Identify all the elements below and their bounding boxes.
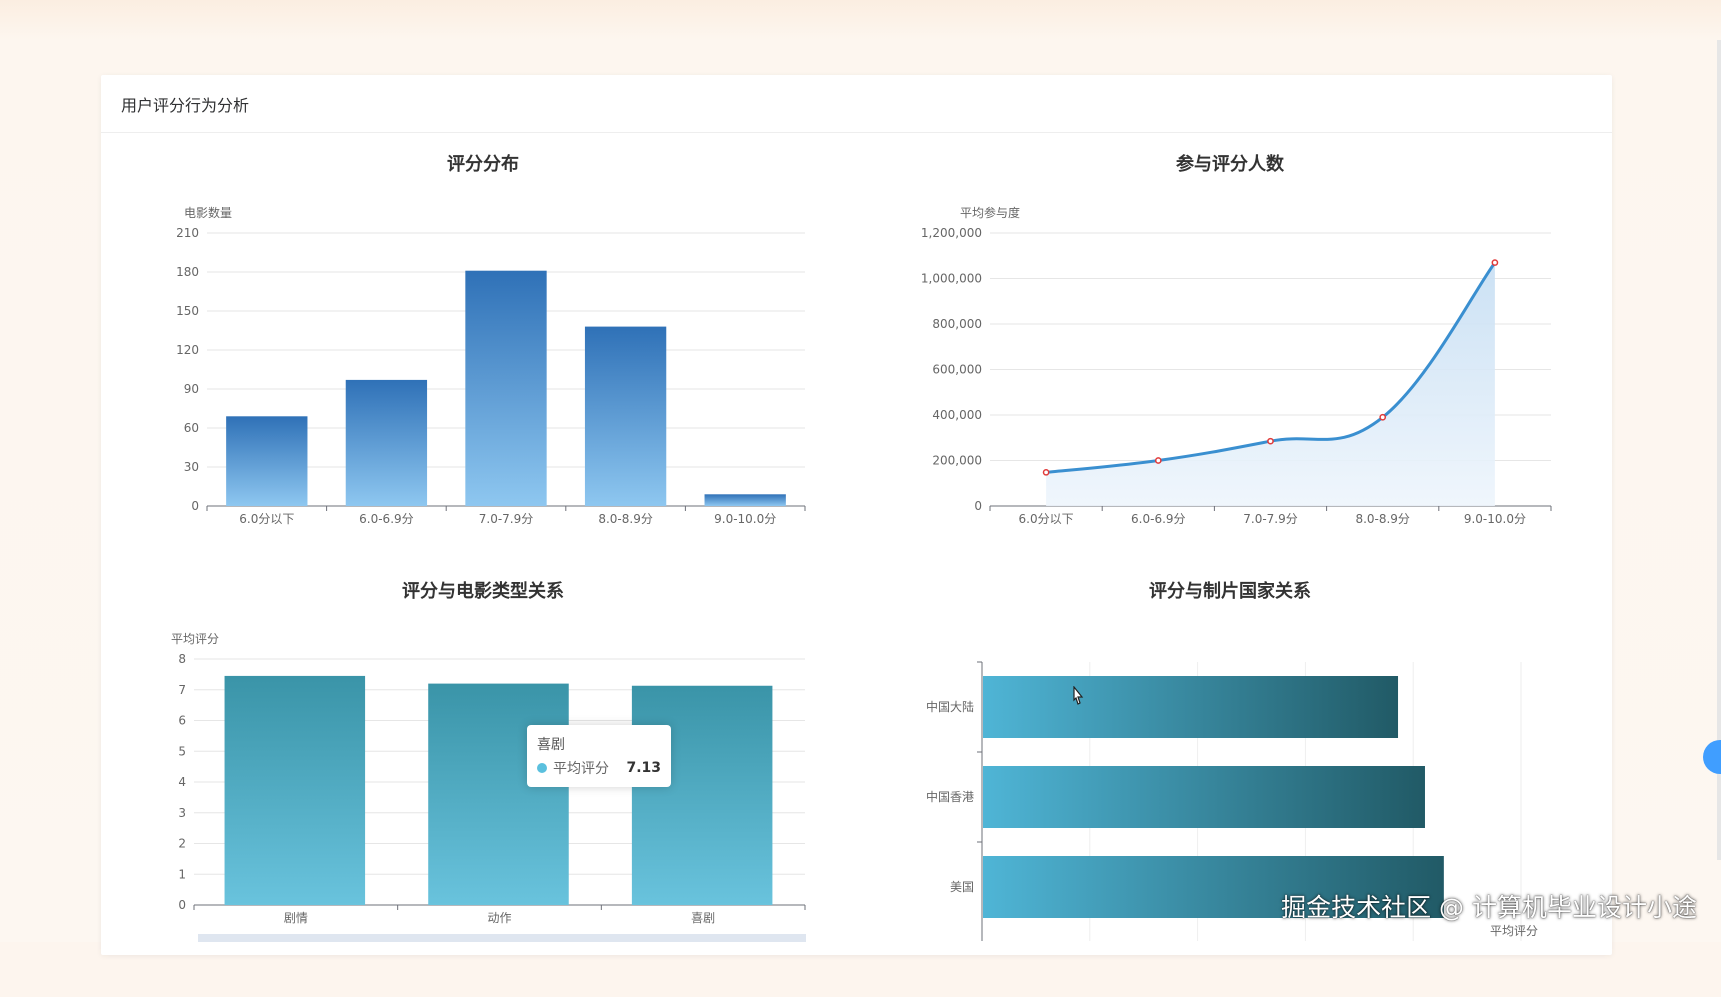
rating-distribution-plot: 0 30 60 90 120 150 180 210 电影数量 6.0分以下 6.0-6.9分 7.0… (176, 205, 806, 526)
y-tick-label: 1,200,000 (921, 226, 982, 240)
y-axis-label: 平均参与度 (960, 205, 1020, 220)
data-point (1154, 457, 1162, 464)
tooltip-value: 7.13 (626, 760, 661, 776)
x-tick-label: 剧情 (284, 911, 308, 925)
y-tick-label: 2 (178, 837, 186, 851)
y-tick-label: 90 (184, 382, 199, 396)
data-point (1379, 413, 1387, 421)
chart-title: 评分与电影类型关系 (402, 581, 564, 602)
chart-title: 参与评分人数 (1176, 154, 1284, 175)
country-relation-chart: 评分与制片国家关系 中国大陆中国香港美国平均评分 (860, 577, 1600, 997)
card-title: 用户评分行为分析 (101, 75, 1612, 133)
watermark: 掘金技术社区 @ 计算机毕业设计小途 (1281, 893, 1697, 922)
page-scrollbar[interactable] (1717, 40, 1721, 860)
x-tick-label: 7.0-7.9分 (479, 512, 534, 526)
tooltip-series: 平均评分 (553, 761, 609, 777)
x-tick-label: 6.0-6.9分 (359, 512, 414, 526)
y-tick-label: 8 (178, 652, 186, 666)
y-tick-label: 6 (178, 714, 186, 728)
y-tick-label: 0 (191, 499, 199, 513)
rating-distribution-chart: 评分分布 0 30 60 90 120 150 180 210 电影数量 6.0分以下 6.0-6.… (113, 150, 853, 570)
x-axis-label: 平均评分 (1490, 924, 1538, 938)
y-tick-label: 400,000 (932, 408, 982, 422)
y-tick-label: 1,000,000 (921, 272, 982, 286)
y-tick-label: 30 (184, 460, 199, 474)
y-axis-label: 平均评分 (171, 632, 219, 646)
genre-relation-chart: 评分与电影类型关系 0 1 2 3 4 5 6 7 8 平均评分剧情 动作 喜剧 (113, 577, 853, 997)
y-tick-label: 180 (176, 265, 199, 279)
x-tick-label: 8.0-8.9分 (1355, 512, 1410, 526)
data-point (1491, 259, 1499, 266)
bar (428, 683, 569, 905)
y-tick-label: 5 (178, 744, 186, 758)
data-point (1042, 468, 1050, 476)
chart-title: 评分与制片国家关系 (1149, 581, 1311, 602)
genre-relation-plot: 0 1 2 3 4 5 6 7 8 平均评分剧情 动作 喜剧 (171, 632, 806, 942)
bar (983, 766, 1425, 828)
y-tick-label: 1 (178, 867, 186, 881)
y-tick-label: 美国 (950, 880, 974, 894)
chart-tooltip: 喜剧 平均评分 7.13 (527, 725, 671, 787)
series-area (1046, 262, 1495, 506)
tooltip-title: 喜剧 (537, 737, 565, 753)
y-tick-label: 210 (176, 226, 199, 240)
y-tick-label: 4 (178, 775, 186, 789)
data-zoom-slider (198, 934, 806, 942)
x-tick-label: 动作 (487, 911, 511, 925)
chart-title: 评分分布 (447, 154, 519, 175)
x-tick-label: 喜剧 (691, 911, 715, 925)
tooltip-row: 平均评分 7.13 (537, 758, 661, 778)
x-tick-label: 6.0-6.9分 (1131, 512, 1186, 526)
bar (631, 685, 773, 905)
bar (465, 270, 547, 506)
y-tick-label: 600,000 (932, 363, 982, 377)
bar (584, 326, 667, 506)
series-dot-icon (537, 763, 547, 773)
y-tick-label: 3 (178, 806, 186, 820)
y-tick-label: 800,000 (932, 317, 982, 331)
x-tick-label: 6.0分以下 (239, 512, 294, 526)
x-tick-label: 9.0-10.0分 (714, 512, 776, 526)
y-tick-label: 0 (178, 898, 186, 912)
bar (226, 416, 308, 506)
y-tick-label: 200,000 (932, 454, 982, 468)
mouse-pointer-icon (1073, 686, 1084, 705)
data-point (1267, 437, 1274, 445)
y-tick-label: 150 (176, 304, 199, 318)
bar (224, 675, 366, 905)
bar (345, 379, 428, 506)
x-tick-label: 9.0-10.0分 (1464, 512, 1526, 526)
bar (704, 494, 786, 506)
x-tick-label: 6.0分以下 (1019, 512, 1074, 526)
y-tick-label: 60 (184, 421, 199, 435)
participation-plot: 0 200,000 400,000 600,000 800,000 1,000,000 1,… (921, 205, 1552, 526)
y-tick-label: 中国大陆 (926, 699, 974, 714)
y-tick-label: 7 (178, 683, 186, 697)
y-tick-label: 120 (176, 343, 199, 357)
x-tick-label: 7.0-7.9分 (1243, 512, 1298, 526)
bar (983, 676, 1399, 738)
participation-chart: 参与评分人数 0 200,000 400,000 600,000 800,000 1,00… (860, 150, 1600, 570)
y-axis-label: 电影数量 (184, 205, 232, 220)
y-tick-label: 0 (974, 499, 982, 513)
y-tick-label: 中国香港 (926, 789, 974, 804)
x-tick-label: 8.0-8.9分 (598, 512, 653, 526)
